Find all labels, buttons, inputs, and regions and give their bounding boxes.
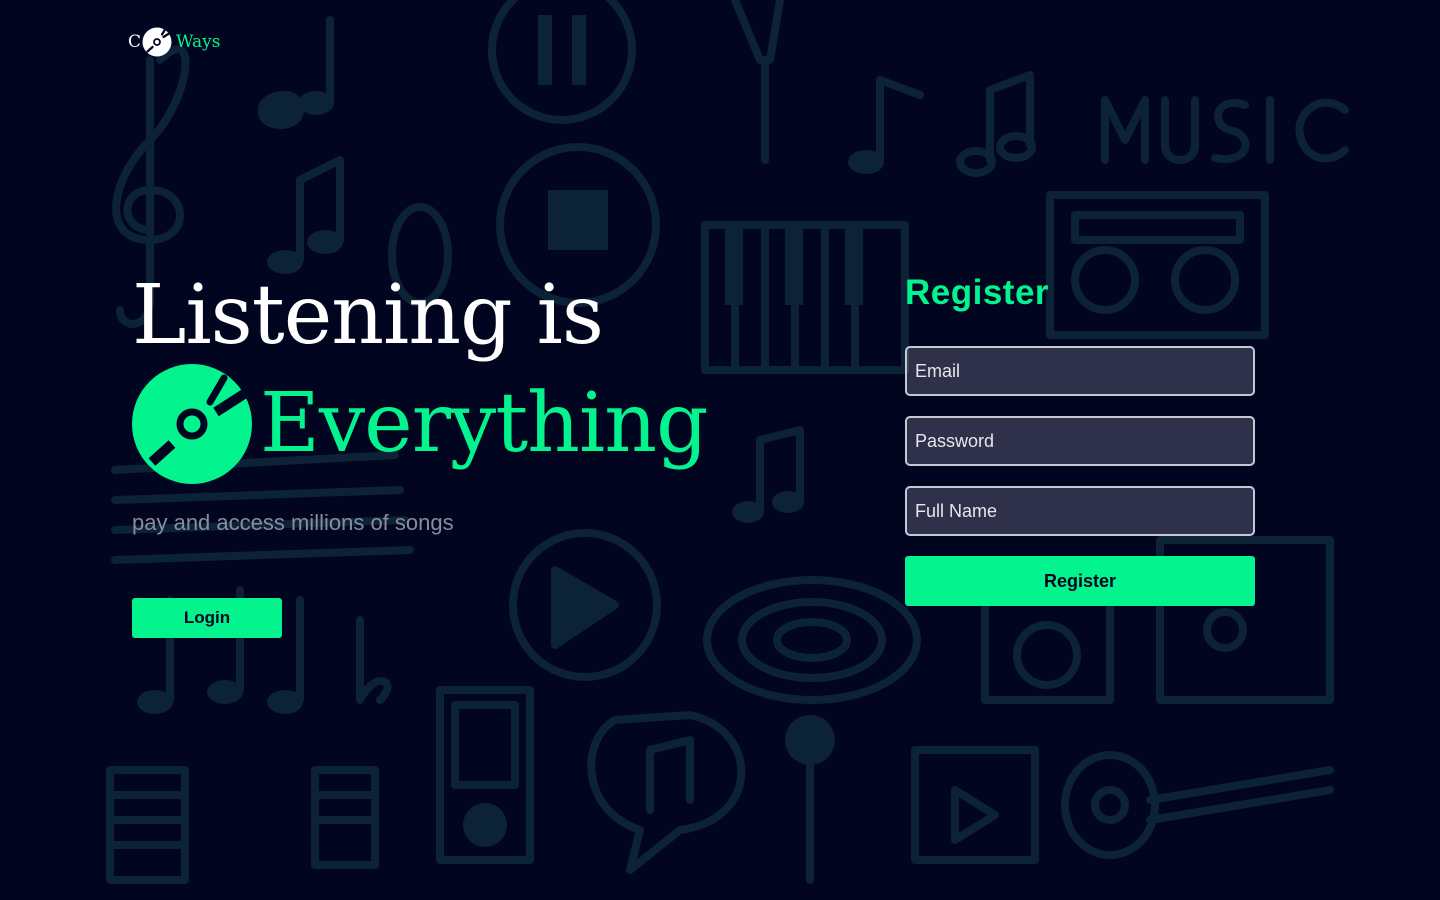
brand-logo[interactable]: C Ways	[128, 26, 220, 58]
hero-title-line2-row: Everything	[132, 364, 709, 484]
logo-prefix: C	[128, 32, 142, 52]
register-form: Register Register	[905, 270, 1255, 606]
email-field[interactable]	[905, 346, 1255, 396]
login-button[interactable]: Login	[132, 598, 282, 638]
password-field[interactable]	[905, 416, 1255, 466]
hero-tagline: pay and access millions of songs	[132, 510, 454, 535]
vinyl-disc-icon	[132, 364, 252, 484]
full-name-field[interactable]	[905, 486, 1255, 536]
hero-title-line1: Listening is	[132, 268, 604, 363]
register-button[interactable]: Register	[905, 556, 1255, 606]
logo-suffix: Ways	[176, 32, 221, 52]
hero-heading: Listening is Everything	[132, 268, 709, 484]
vinyl-disc-icon	[142, 27, 172, 57]
register-title: Register	[905, 273, 1050, 312]
hero-title-line2: Everything	[260, 376, 709, 471]
